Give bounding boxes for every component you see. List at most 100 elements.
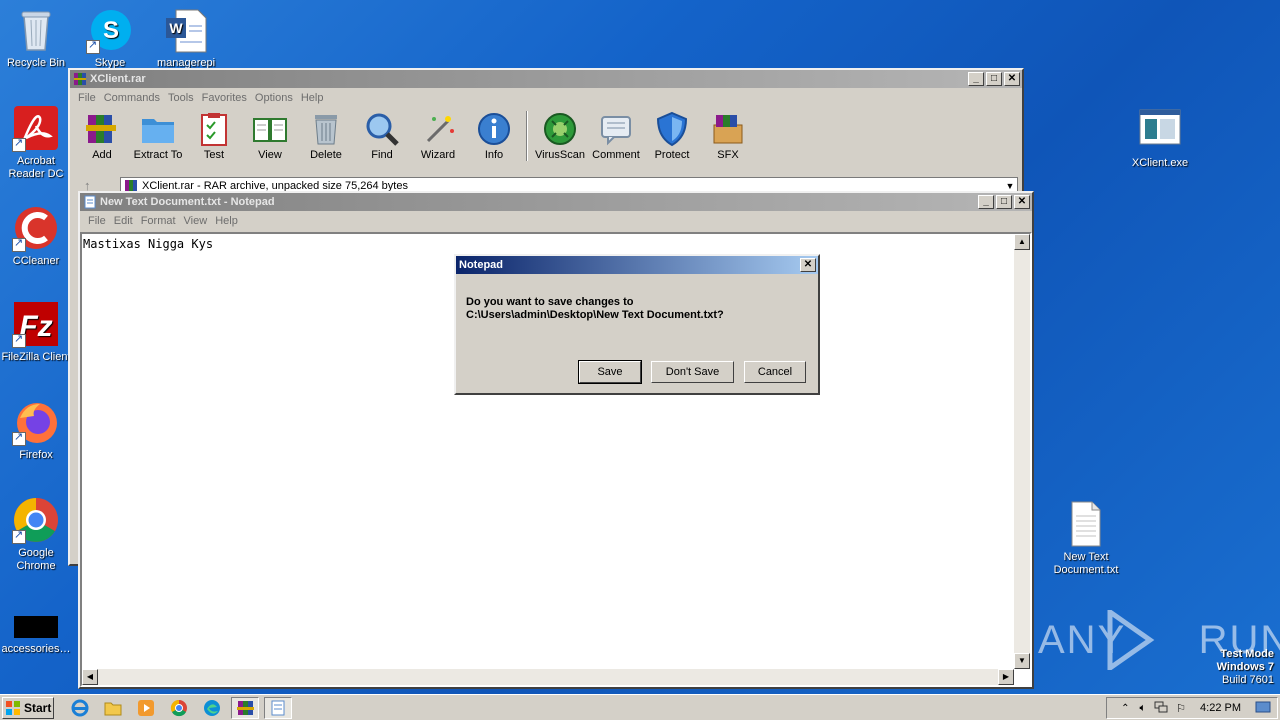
notepad-titlebar[interactable]: New Text Document.txt - Notepad _ □ ✕ [80, 193, 1032, 211]
desktop-icon-label: CCleaner [12, 255, 60, 267]
menu-options[interactable]: Options [255, 92, 293, 104]
speaker-icon[interactable]: 🔈︎ [1140, 702, 1147, 715]
menu-edit[interactable]: Edit [114, 215, 133, 227]
toolbar-delete-button[interactable]: Delete [298, 109, 354, 163]
menu-favorites[interactable]: Favorites [202, 92, 247, 104]
wand-icon [420, 111, 456, 147]
desktop-icon-xclient-exe[interactable]: XClient.exe [1122, 106, 1198, 170]
show-hidden-icons-icon[interactable]: ⌃ [1121, 703, 1129, 714]
vertical-scrollbar[interactable]: ▲ ▼ [1014, 234, 1030, 669]
desktop-icon-chrome[interactable]: Google Chrome [0, 496, 74, 573]
desktop-icon-label: Firefox [19, 449, 53, 461]
desktop-icon-label: Google Chrome [16, 547, 56, 572]
toolbar-label: Find [371, 149, 393, 161]
winrar-titlebar[interactable]: XClient.rar _ □ ✕ [70, 70, 1022, 88]
toolbar-add-button[interactable]: Add [74, 109, 130, 163]
scroll-down-button[interactable]: ▼ [1014, 653, 1030, 669]
chevron-down-icon[interactable]: ▼ [1003, 181, 1017, 191]
toolbar-label: VirusScan [535, 149, 585, 161]
toolbar-wizard-button[interactable]: Wizard [410, 109, 466, 163]
sfx-box-icon [710, 111, 746, 147]
save-dialog[interactable]: Notepad ✕ Do you want to save changes to… [454, 254, 820, 395]
desktop-icon-firefox[interactable]: Firefox [0, 398, 74, 462]
close-button[interactable]: ✕ [800, 258, 816, 272]
scroll-left-button[interactable]: ◀ [82, 669, 98, 685]
system-tray: ⌃ 🔈︎ ⚐ 4:22 PM [1106, 697, 1278, 719]
winrar-title: XClient.rar [90, 73, 146, 85]
minimize-button[interactable]: _ [978, 195, 994, 209]
cancel-button[interactable]: Cancel [744, 361, 806, 383]
desktop-icon-acrobat[interactable]: Acrobat Reader DC [0, 104, 74, 181]
chrome-icon [12, 496, 60, 544]
dialog-message-line2: C:\Users\admin\Desktop\New Text Document… [466, 309, 724, 321]
desktop-icon-recycle-bin[interactable]: Recycle Bin [0, 6, 74, 70]
toolbar-test-button[interactable]: Test [186, 109, 242, 163]
toolbar-comment-button[interactable]: Comment [588, 109, 644, 163]
edge-icon[interactable] [198, 697, 226, 719]
winrar-toolbar: Add Extract To Test View Delete Find Wiz… [70, 107, 1022, 165]
word-document-icon: W [162, 6, 210, 54]
menu-tools[interactable]: Tools [168, 92, 194, 104]
start-button[interactable]: Start [2, 696, 54, 719]
menu-help[interactable]: Help [301, 92, 324, 104]
explorer-icon[interactable] [99, 697, 127, 719]
toolbar-label: Extract To [133, 149, 183, 161]
minimize-button[interactable]: _ [968, 72, 984, 86]
scroll-right-button[interactable]: ▶ [998, 669, 1014, 685]
desktop-icon-accessories[interactable]: accessories… [0, 610, 74, 656]
menu-help[interactable]: Help [215, 215, 238, 227]
network-icon[interactable] [1154, 701, 1168, 716]
scroll-up-button[interactable]: ▲ [1014, 234, 1030, 250]
maximize-button[interactable]: □ [986, 72, 1002, 86]
toolbar-protect-button[interactable]: Protect [644, 109, 700, 163]
desktop-icon-label: Acrobat Reader DC [8, 155, 64, 180]
ie-icon[interactable] [66, 697, 94, 719]
desktop-icon-managerepi[interactable]: W managerepi [148, 6, 224, 70]
menu-view[interactable]: View [184, 215, 208, 227]
menu-commands[interactable]: Commands [104, 92, 160, 104]
toolbar-view-button[interactable]: View [242, 109, 298, 163]
toolbar-sfx-button[interactable]: SFX [700, 109, 756, 163]
media-player-icon[interactable] [132, 697, 160, 719]
test-mode-info: Test Mode Windows 7 Build 7601 [1217, 648, 1274, 687]
winrar-taskbar-button[interactable] [231, 696, 259, 719]
toolbar-info-button[interactable]: Info [466, 109, 522, 163]
action-center-flag-icon[interactable]: ⚐ [1176, 702, 1186, 715]
clock[interactable]: 4:22 PM [1200, 702, 1241, 714]
shortcut-arrow-icon [12, 333, 26, 348]
menu-file[interactable]: File [88, 215, 106, 227]
windows-logo-icon [5, 700, 21, 716]
extract-folder-icon [140, 111, 176, 147]
desktop-icon-skype[interactable]: S Skype [72, 6, 148, 70]
chrome-icon[interactable] [165, 697, 193, 719]
toolbar-label: Wizard [420, 149, 456, 161]
maximize-button[interactable]: □ [996, 195, 1012, 209]
add-archive-icon [84, 111, 120, 147]
desktop-icon-label: New Text Document.txt [1053, 551, 1119, 576]
close-button[interactable]: ✕ [1014, 195, 1030, 209]
toolbar-extract-button[interactable]: Extract To [130, 109, 186, 163]
start-label: Start [24, 700, 52, 715]
show-desktop-icon[interactable] [1255, 701, 1271, 716]
notepad-taskbar-button[interactable] [264, 696, 292, 719]
shortcut-arrow-icon [12, 237, 26, 252]
toolbar-label: Comment [592, 149, 640, 161]
menu-file[interactable]: File [78, 92, 96, 104]
close-button[interactable]: ✕ [1004, 72, 1020, 86]
desktop-icon-label: FileZilla Client [1, 351, 71, 363]
save-button[interactable]: Save [578, 360, 642, 384]
desktop-icon-ccleaner[interactable]: CCleaner [0, 204, 74, 268]
toolbar-virusscan-button[interactable]: VirusScan [532, 109, 588, 163]
dialog-titlebar[interactable]: Notepad ✕ [456, 256, 818, 274]
menu-format[interactable]: Format [141, 215, 176, 227]
shortcut-arrow-icon [12, 137, 26, 152]
filezilla-icon: Fz [12, 300, 60, 348]
winrar-app-icon [73, 72, 87, 86]
toolbar-find-button[interactable]: Find [354, 109, 410, 163]
black-thumbnail-icon [12, 610, 60, 640]
desktop-icon-new-text-document[interactable]: New Text Document.txt [1048, 500, 1124, 577]
dont-save-button[interactable]: Don't Save [651, 361, 734, 383]
svg-text:S: S [103, 17, 119, 44]
horizontal-scrollbar[interactable]: ◀ ▶ [82, 669, 1014, 685]
desktop-icon-filezilla[interactable]: Fz FileZilla Client [0, 300, 74, 364]
